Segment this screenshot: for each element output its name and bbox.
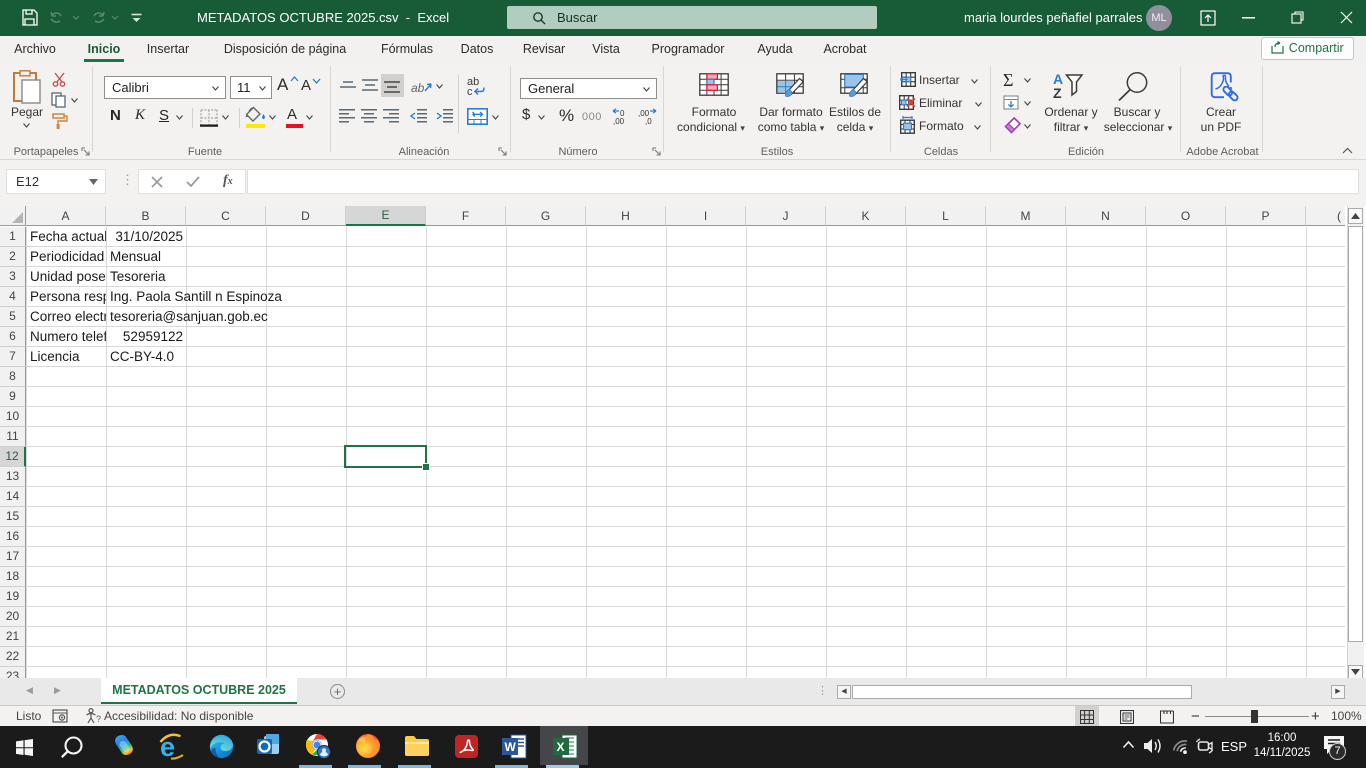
svg-text:c: c bbox=[467, 86, 473, 97]
svg-text:W: W bbox=[505, 740, 517, 754]
svg-text:,00: ,00 bbox=[613, 117, 625, 126]
svg-text:Z: Z bbox=[1053, 85, 1062, 99]
svg-text:,0: ,0 bbox=[645, 117, 652, 126]
svg-text:?: ? bbox=[96, 714, 101, 724]
svg-text:X: X bbox=[557, 740, 565, 754]
svg-text:ab: ab bbox=[411, 81, 425, 95]
